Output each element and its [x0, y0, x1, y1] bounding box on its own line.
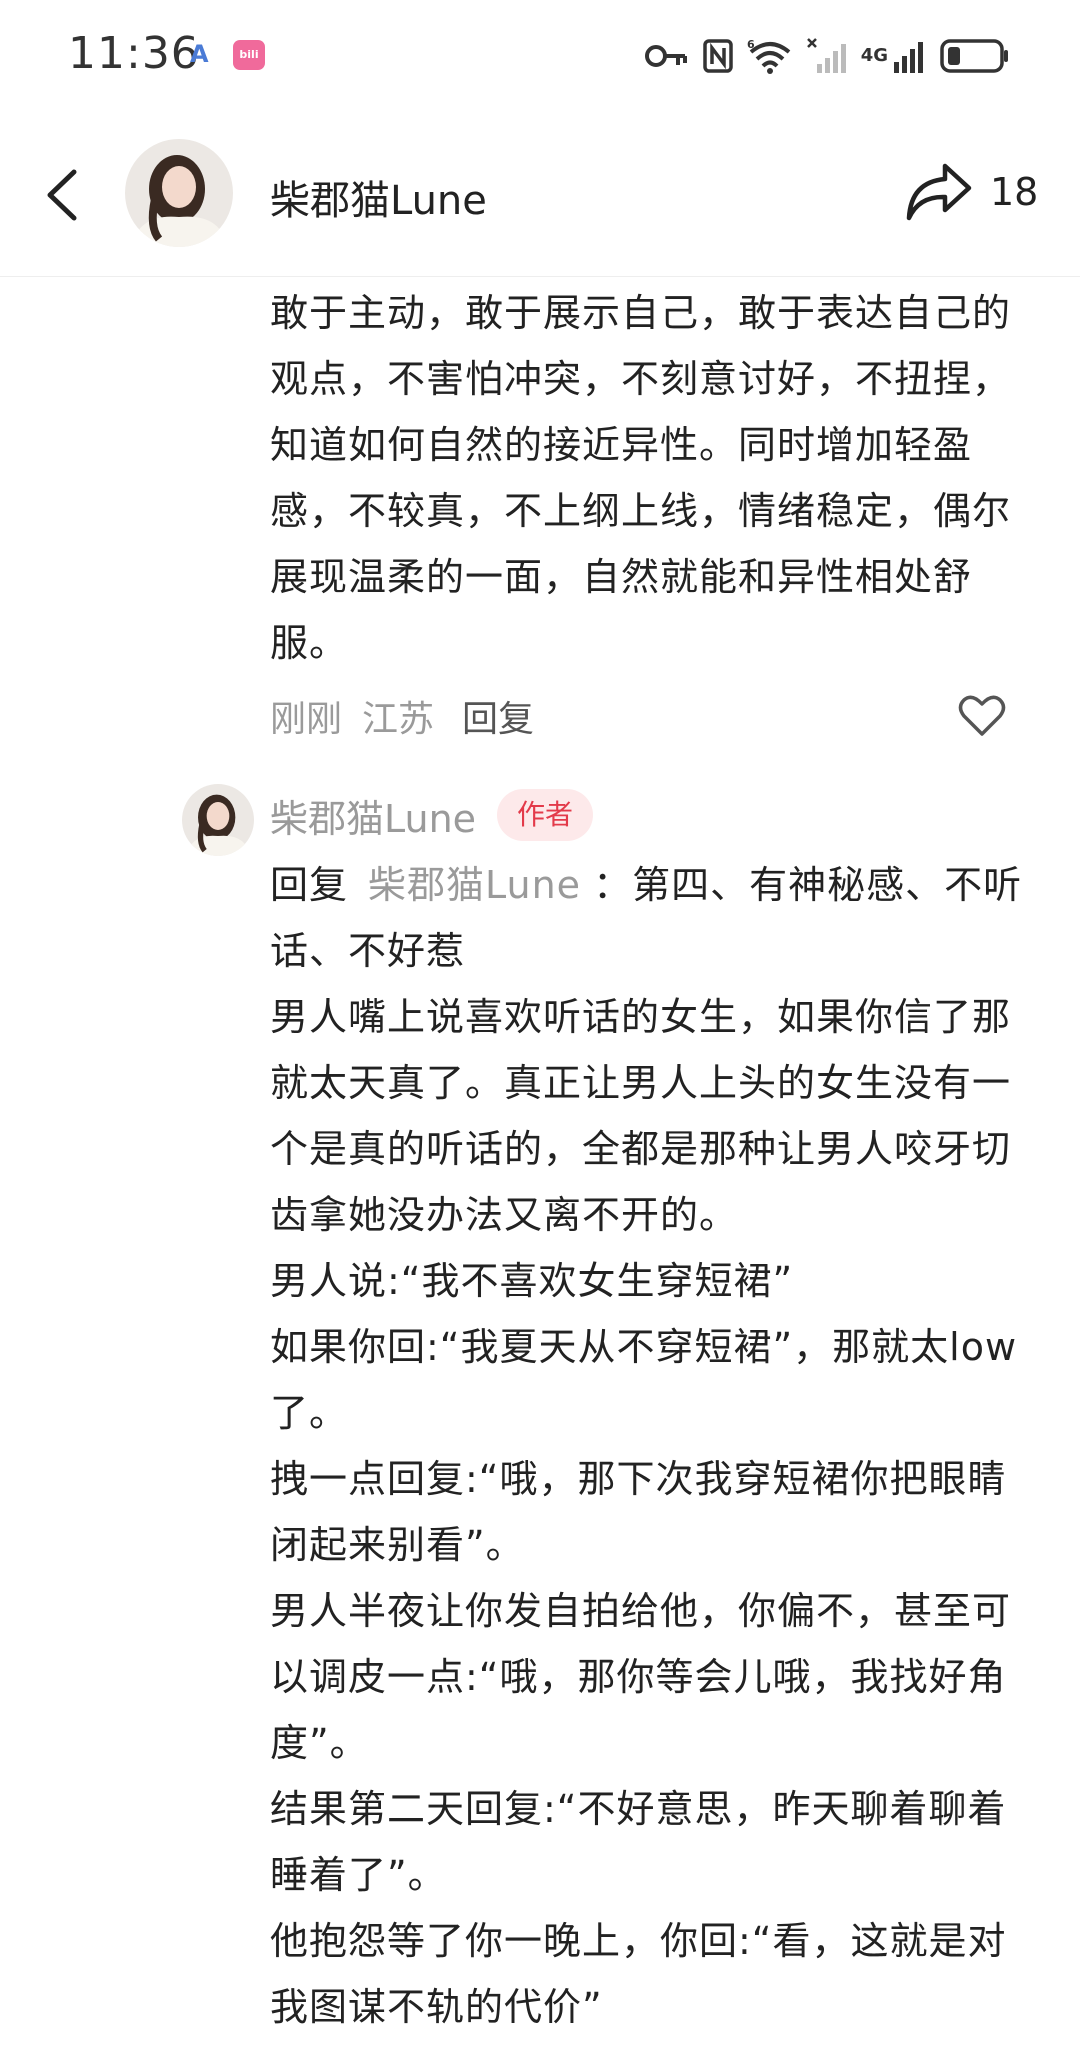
reply-button[interactable]: 回复 — [462, 690, 534, 742]
share-icon[interactable] — [905, 160, 973, 224]
comment-paragraph: 如果你回:“我夏天从不穿短裙”，那就太low了。 — [270, 1325, 1018, 1435]
comment-body: 回复 柴郡猫Lune ：第四、有神秘感、不听话、不好惹 男人嘴上说喜欢听话的女生，如… — [270, 852, 1040, 2040]
status-time: 11:36 — [68, 28, 200, 79]
nfc-icon — [702, 39, 733, 73]
reply-target-user[interactable]: 柴郡猫Lune — [368, 863, 581, 907]
comment-paragraph: 拽一点回复:“哦，那下次我穿短裙你把眼睛闭起来别看”。 — [270, 1457, 1007, 1567]
header-username[interactable]: 柴郡猫Lune — [270, 168, 487, 226]
status-bar: 11:36 A bili 6 4G — [0, 0, 1080, 110]
status-icons: 6 4G — [644, 34, 1010, 78]
avatar[interactable] — [125, 139, 233, 247]
network-type: 4G — [860, 45, 888, 66]
key-icon — [644, 45, 687, 67]
back-arrow-icon[interactable] — [38, 160, 88, 230]
author-badge: 作者 — [497, 789, 593, 841]
battery-icon — [940, 39, 1008, 73]
reply-prefix: 回复 — [270, 863, 349, 907]
bilibili-icon: bili — [233, 40, 265, 70]
comment-username[interactable]: 柴郡猫Lune — [270, 788, 476, 843]
signal-icon — [894, 42, 923, 73]
comment-reply-line: 回复 柴郡猫Lune ：第四、有神秘感、不听话、不好惹 — [270, 852, 1040, 984]
comment-meta: 刚刚 江苏 回复 — [270, 690, 534, 742]
comment-paragraph: 结果第二天回复:“不好意思，昨天聊着聊着睡着了”。 — [270, 1787, 1007, 1897]
chat-header: 柴郡猫Lune 18 — [0, 110, 1080, 277]
avatar[interactable] — [182, 784, 254, 856]
signal-no-sim-icon — [806, 38, 846, 73]
like-heart-icon[interactable] — [958, 692, 1006, 738]
wifi-icon: 6 — [747, 38, 790, 74]
comment-text: 敢于主动，敢于展示自己，敢于表达自己的观点，不害怕冲突，不刻意讨好，不扭捏，知道… — [270, 291, 1012, 665]
comment-paragraph: 他抱怨等了你一晚上，你回:“看，这就是对我图谋不轨的代价” — [270, 1919, 1007, 2029]
comment-time: 刚刚 — [270, 699, 343, 740]
app-a-icon: A — [190, 40, 209, 68]
comment-location: 江苏 — [362, 699, 435, 740]
comment-paragraph: 男人说:“我不喜欢女生穿短裙” — [270, 1259, 794, 1303]
comment-paragraph: 男人半夜让你发自拍给他，你偏不，甚至可以调皮一点:“哦，那你等会儿哦，我找好角度… — [270, 1589, 1012, 1765]
comment-paragraph: 男人嘴上说喜欢听话的女生，如果你信了那就太天真了。真正让男人上头的女生没有一个是… — [270, 995, 1012, 1237]
share-count: 18 — [990, 170, 1039, 214]
